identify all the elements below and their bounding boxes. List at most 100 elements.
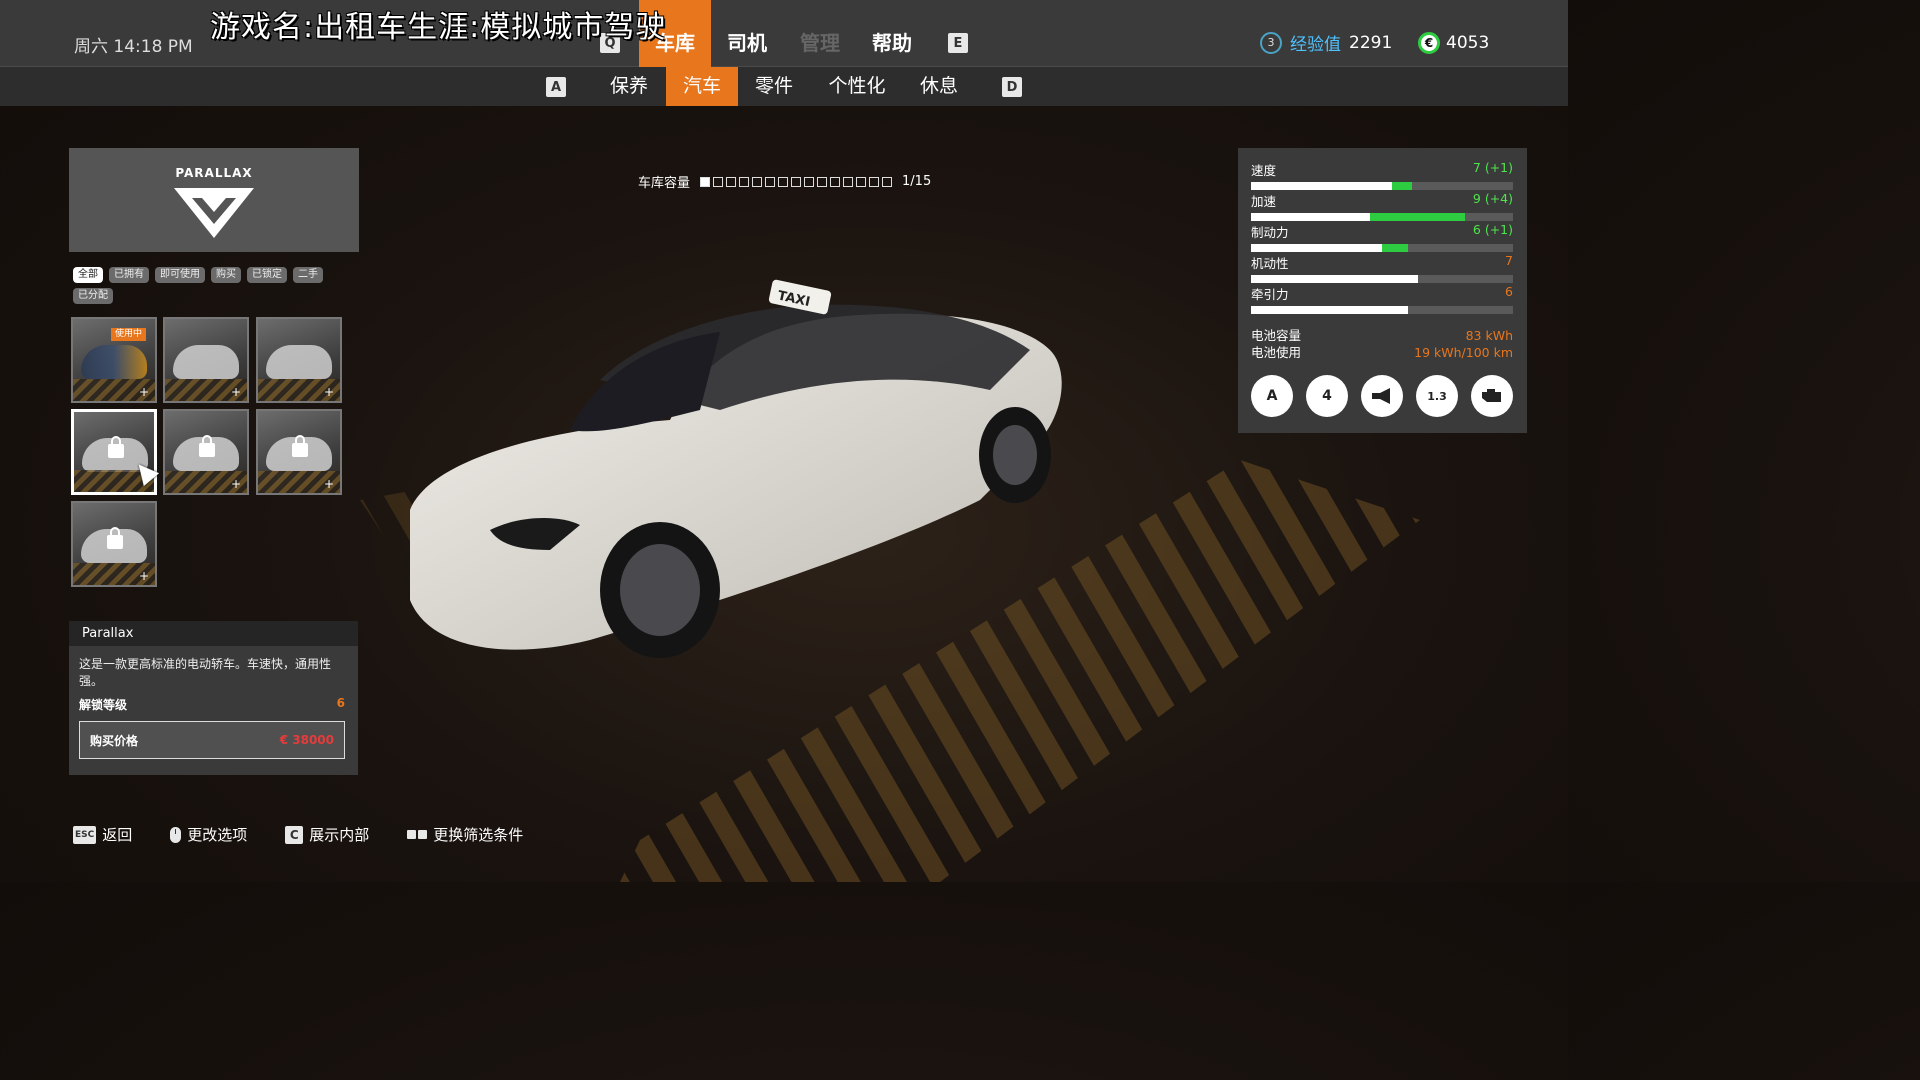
seats-icon[interactable]: 4: [1306, 375, 1348, 417]
stat-handling: 机动性 7: [1251, 253, 1513, 284]
lock-icon: [107, 527, 123, 549]
stat-bar-bonus: [1382, 244, 1409, 252]
subtab-rest[interactable]: 休息: [904, 67, 974, 106]
car-thumb-5[interactable]: +: [163, 409, 249, 495]
change-option-hint[interactable]: 更改选项: [170, 824, 247, 845]
tab-management[interactable]: 管理: [790, 0, 850, 67]
money-value: 4053: [1446, 33, 1490, 53]
prev-subtab-key[interactable]: A: [546, 77, 566, 97]
garage-slot: [869, 176, 880, 187]
level-badge: 3: [1260, 31, 1282, 54]
garage-slots: [700, 176, 893, 187]
garage-slot: [843, 176, 854, 187]
garage-slot: [830, 176, 841, 187]
garage-slot: [856, 176, 867, 187]
accessibility-icon[interactable]: A: [1251, 375, 1293, 417]
stat-bar-base: [1251, 213, 1371, 221]
plus-icon: +: [323, 385, 334, 399]
price-value: € 38000: [279, 733, 334, 747]
filter-ready[interactable]: 即可使用: [155, 267, 205, 283]
stats-panel: 速度 7 (+1) 加速 9 (+4) 制动力 6 (+1) 机动性 7 牵引力 6 电池…: [1238, 148, 1527, 433]
stat-traction: 牵引力 6: [1251, 284, 1513, 315]
parallax-logo-icon: [174, 188, 254, 238]
stat-acceleration: 加速 9 (+4): [1251, 191, 1513, 222]
xp-value: 2291: [1349, 32, 1393, 53]
tab-drivers[interactable]: 司机: [718, 0, 776, 67]
stat-bar-base: [1251, 275, 1418, 283]
plus-icon: +: [323, 477, 334, 491]
garage-capacity: 车库容量 1/15: [638, 172, 931, 191]
lock-icon: [292, 435, 308, 457]
stat-bar: [1251, 213, 1513, 221]
car-thumb-6[interactable]: +: [256, 409, 342, 495]
stat-bar: [1251, 306, 1513, 314]
stat-value: 7: [1505, 253, 1513, 268]
plus-icon: +: [138, 385, 149, 399]
battery-capacity-label: 电池容量: [1251, 328, 1302, 343]
horn-icon[interactable]: [1361, 375, 1403, 417]
filter-locked[interactable]: 已锁定: [247, 267, 287, 283]
filter-used[interactable]: 二手: [293, 267, 323, 283]
garage-slot: [817, 176, 828, 187]
subtab-customize[interactable]: 个性化: [812, 67, 902, 106]
stat-bar-base: [1251, 182, 1393, 190]
stat-label: 速度: [1251, 163, 1277, 178]
mouse-icon: [170, 826, 182, 843]
stat-value: 6 (+1): [1472, 222, 1513, 237]
garage-slot: [752, 176, 763, 187]
garage-slot: [713, 176, 724, 187]
stat-braking: 制动力 6 (+1): [1251, 222, 1513, 253]
filter-all[interactable]: 全部: [73, 267, 103, 283]
garage-slot: [739, 176, 750, 187]
unlock-level-row: 解锁等级 6: [69, 690, 358, 713]
car-thumb-1[interactable]: 使用中 +: [71, 317, 157, 403]
garage-slot: [778, 176, 789, 187]
garage-slot: [804, 176, 815, 187]
game-title-watermark: 游戏名:出租车生涯:模拟城市驾驶: [210, 10, 667, 45]
car-thumb-3[interactable]: +: [256, 317, 342, 403]
in-use-badge: 使用中: [111, 328, 147, 341]
garage-capacity-text: 1/15: [902, 174, 932, 189]
car-thumb-2[interactable]: +: [163, 317, 249, 403]
plus-icon: +: [138, 569, 149, 583]
c-key-icon: C: [285, 825, 304, 844]
stat-bar: [1251, 182, 1513, 190]
engine-icon[interactable]: [1471, 375, 1513, 417]
filter-buy[interactable]: 购买: [211, 267, 241, 283]
stat-label: 牵引力: [1251, 287, 1289, 302]
tab-help[interactable]: 帮助: [862, 0, 922, 67]
battery-info: 电池容量 83 kWh 电池使用 19 kWh/100 km: [1251, 327, 1513, 361]
filter-owned[interactable]: 已拥有: [109, 267, 149, 283]
weight-icon[interactable]: 1.3: [1416, 375, 1458, 417]
horn-shape: [1372, 388, 1390, 404]
lock-icon: [108, 436, 124, 458]
stat-value: 6: [1505, 284, 1513, 299]
engine-shape: [1482, 389, 1501, 402]
car-image: [266, 345, 332, 379]
stat-value: 7 (+1): [1472, 160, 1513, 175]
buy-button[interactable]: 购买价格 € 38000: [79, 721, 345, 759]
esc-key-icon: ESC: [73, 825, 97, 844]
garage-capacity-label: 车库容量: [638, 176, 691, 191]
back-hint[interactable]: ESC 返回: [73, 824, 132, 845]
change-filter-label: 更换筛选条件: [433, 826, 524, 844]
subtab-cars[interactable]: 汽车: [666, 67, 738, 106]
show-interior-hint[interactable]: C 展示内部: [285, 824, 369, 845]
filter-assigned[interactable]: 已分配: [73, 288, 113, 304]
car-image: [81, 345, 147, 379]
next-tab-key[interactable]: E: [948, 33, 968, 53]
subtab-maintenance[interactable]: 保养: [594, 67, 664, 106]
change-filter-hint[interactable]: 更换筛选条件: [407, 824, 523, 845]
next-subtab-key[interactable]: D: [1002, 77, 1022, 97]
experience-display: 3 经验值 2291: [1260, 30, 1392, 55]
back-label: 返回: [102, 826, 133, 844]
stat-bar-base: [1251, 306, 1409, 314]
change-option-label: 更改选项: [187, 826, 248, 844]
car-thumb-7[interactable]: +: [71, 501, 157, 587]
stat-bar-bonus: [1392, 182, 1413, 190]
garage-slot: [726, 176, 737, 187]
subtab-parts[interactable]: 零件: [740, 67, 808, 106]
taxi-car: TAXI: [410, 279, 1062, 658]
stat-bar: [1251, 244, 1513, 252]
unlock-level-label: 解锁等级: [79, 698, 128, 712]
